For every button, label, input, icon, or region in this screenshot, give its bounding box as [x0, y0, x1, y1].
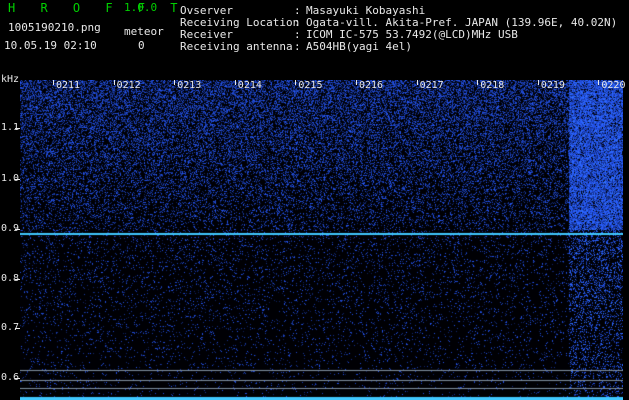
x-tick-label: 0220 — [601, 80, 626, 91]
x-tick-label: 0214 — [237, 80, 262, 91]
x-tick-mark — [53, 80, 54, 85]
y-axis-unit: kHz — [1, 74, 20, 85]
x-tick-label: 0212 — [116, 80, 141, 91]
x-tick-mark — [113, 80, 115, 85]
spectrogram-plot — [20, 80, 623, 400]
header-panel: H R O F F T 1.0.0 1005190210.png 10.05.1… — [0, 0, 629, 76]
meteor-count: 0 — [138, 39, 145, 52]
info-sep: : — [294, 40, 301, 53]
x-tick-label: 0211 — [56, 80, 81, 91]
x-tick-mark — [234, 80, 236, 85]
y-tick-mark — [15, 328, 20, 329]
info-value-antenna: A504HB(yagi 4el) — [306, 40, 412, 53]
app-version: 1.0.0 — [124, 1, 158, 14]
x-tick-label: 0217 — [419, 80, 444, 91]
file-name: 1005190210.png — [8, 21, 101, 34]
x-tick-mark — [537, 80, 539, 85]
x-tick-mark — [174, 80, 176, 85]
y-tick-mark — [15, 128, 20, 129]
y-tick-mark — [15, 179, 20, 180]
x-tick-label: 0213 — [177, 80, 202, 91]
x-tick-mark — [477, 80, 479, 85]
meteor-label: meteor — [124, 25, 164, 38]
x-tick-mark — [598, 80, 600, 85]
x-tick-mark — [295, 80, 297, 85]
y-tick-mark — [15, 378, 20, 379]
x-tick-label: 0219 — [540, 80, 565, 91]
y-tick-mark — [15, 279, 20, 280]
x-tick-mark — [416, 80, 418, 85]
info-label-antenna: Receiving antenna — [180, 40, 293, 53]
y-tick-mark — [15, 229, 20, 230]
capture-datetime: 10.05.19 02:10 — [4, 39, 97, 52]
x-tick-label: 0218 — [480, 80, 505, 91]
x-tick-label: 0216 — [359, 80, 384, 91]
x-tick-label: 0215 — [298, 80, 323, 91]
app-title: H R O F F T — [8, 1, 187, 15]
x-tick-mark — [356, 80, 357, 85]
